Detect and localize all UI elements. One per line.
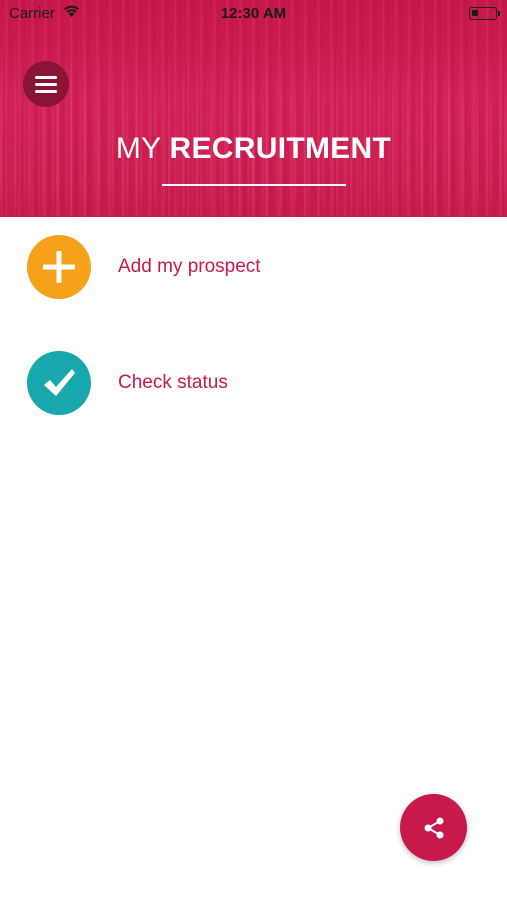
share-button[interactable] <box>400 794 467 861</box>
page-title-bold: RECRUITMENT <box>169 132 392 165</box>
share-icon <box>424 817 443 838</box>
title-underline <box>162 184 346 186</box>
recruitment-screen: Carrier 12:30 AM MY RECRUITMENT Add my p… <box>0 0 507 900</box>
plus-icon <box>27 235 91 299</box>
checkmark-icon <box>27 351 91 415</box>
page-title: MY RECRUITMENT <box>0 132 507 166</box>
status-time: 12:30 AM <box>220 5 287 22</box>
menu-button[interactable] <box>23 61 69 107</box>
header-banner: Carrier 12:30 AM MY RECRUITMENT <box>0 0 507 217</box>
list-item-add-prospect[interactable]: Add my prospect <box>0 232 507 302</box>
add-prospect-label: Add my prospect <box>118 256 261 277</box>
battery-level <box>472 10 478 16</box>
battery-icon <box>469 7 500 20</box>
hamburger-icon <box>35 75 57 93</box>
page-title-regular: MY <box>115 132 161 165</box>
header-wave-pattern <box>0 40 507 217</box>
list-item-check-status[interactable]: Check status <box>0 348 507 418</box>
check-status-label: Check status <box>118 372 228 393</box>
status-bar: Carrier 12:30 AM <box>0 0 507 28</box>
